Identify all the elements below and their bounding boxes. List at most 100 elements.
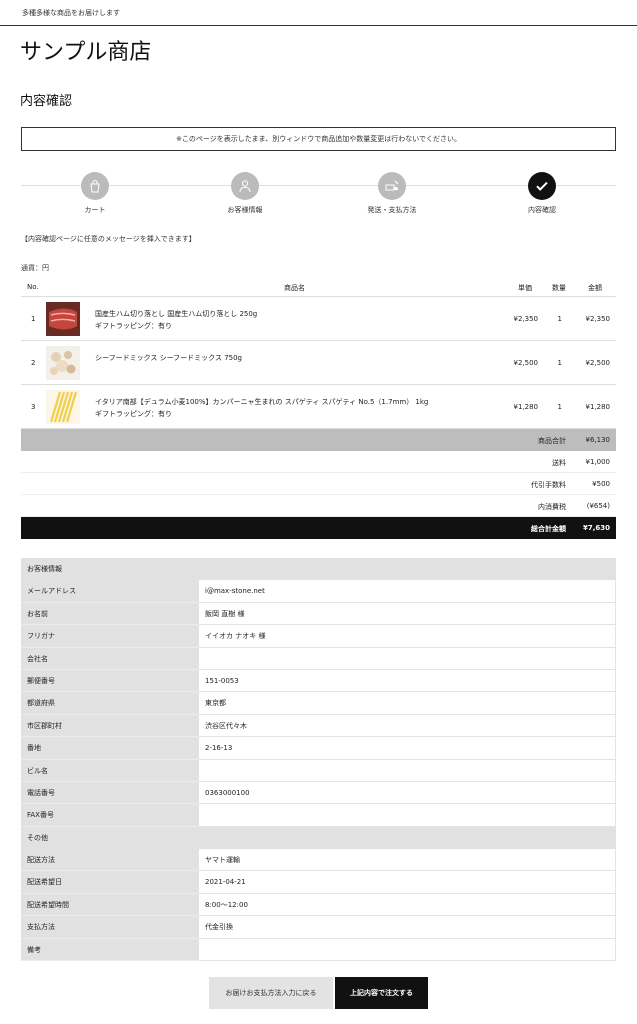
info-row: FAX番号 (21, 804, 616, 827)
header-no: No. (27, 283, 39, 291)
cod-fee-value: ¥500 (592, 480, 610, 488)
customer-info-table: お客様情報 メールアドレス i@max-stone.net お名前 飯岡 直樹 様 … (21, 558, 616, 962)
info-row: 配送希望日 2021-04-21 (21, 871, 616, 894)
field-value: 151-0053 (199, 669, 616, 693)
step-confirm: 内容確認 (482, 172, 602, 215)
product-name[interactable]: シーフードミックス シーフードミックス 750g (95, 352, 475, 364)
product-name[interactable]: イタリア南部【デュラム小麦100%】カンパーニャ生まれの スパゲティ スパゲティ… (95, 396, 475, 408)
section-header: お客様情報 (21, 558, 616, 581)
amount: ¥2,500 (585, 359, 611, 367)
field-value: i@max-stone.net (199, 580, 616, 603)
field-value: イイオカ ナオキ 様 (199, 625, 616, 648)
field-label: 郵便番号 (21, 669, 199, 693)
info-row: 配送希望時間 8:00～12:00 (21, 893, 616, 917)
field-value: 0363000100 (199, 781, 616, 805)
quantity: 1 (557, 315, 562, 323)
field-label: 番地 (21, 737, 199, 760)
place-order-button[interactable]: 上記内容で注文する (335, 977, 428, 1009)
step-cart: カート (35, 172, 155, 215)
field-value: 8:00～12:00 (199, 893, 616, 917)
product-table-header: No. 商品名 単価 数量 金額 (21, 277, 616, 297)
info-row: メールアドレス i@max-stone.net (21, 580, 616, 603)
field-label: 電話番号 (21, 781, 199, 805)
progress-steps: カート お客様情報 発送・支払方法 内容確認 (21, 172, 616, 222)
header-qty: 数量 (552, 284, 566, 292)
tagline: 多種多様な商品をお届けします (22, 9, 120, 17)
unit-price: ¥2,350 (513, 315, 539, 323)
product-name-cell: 国産生ハム切り落とし 国産生ハム切り落とし 250g ギフトラッピング：有り (95, 308, 475, 332)
info-row: フリガナ イイオカ ナオキ 様 (21, 625, 616, 648)
field-value: ヤマト運輸 (199, 849, 616, 872)
info-row: 郵便番号 151-0053 (21, 669, 616, 693)
info-row: ビル名 (21, 759, 616, 782)
check-icon (528, 172, 556, 200)
info-row: 番地 2-16-13 (21, 737, 616, 760)
field-value: 2021-04-21 (199, 871, 616, 894)
step-label: 内容確認 (528, 206, 556, 214)
amount: ¥2,350 (585, 315, 611, 323)
unit-price: ¥1,280 (513, 403, 539, 411)
pasta-image[interactable] (46, 390, 80, 424)
step-label: 発送・支払方法 (367, 206, 417, 214)
total-row: 総合計金額 ¥7,630 (21, 517, 616, 539)
quantity: 1 (557, 359, 562, 367)
field-value (199, 804, 616, 827)
header-name: 商品名 (284, 284, 305, 292)
cod-fee-label: 代引手数料 (531, 481, 566, 489)
field-label: 会社名 (21, 647, 199, 670)
page-title: 内容確認 (20, 94, 73, 109)
field-label: 配送方法 (21, 849, 199, 872)
info-row: 備考 (21, 938, 616, 962)
product-name[interactable]: 国産生ハム切り落とし 国産生ハム切り落とし 250g (95, 308, 475, 320)
info-row: 電話番号 0363000100 (21, 781, 616, 805)
subtotal-label: 商品合計 (538, 437, 566, 445)
shop-title[interactable]: サンプル商店 (20, 34, 151, 66)
unit-price: ¥2,500 (513, 359, 539, 367)
product-option: ギフトラッピング：有り (95, 322, 172, 330)
ham-image[interactable] (46, 302, 80, 336)
custom-message: 【内容確認ページに任意のメッセージを挿入できます】 (21, 235, 196, 243)
tax-row: 内消費税 (¥654) (21, 495, 616, 517)
shipping-value: ¥1,000 (585, 458, 611, 466)
tax-value: (¥654) (586, 502, 610, 510)
field-value: 東京都 (199, 692, 616, 715)
tax-label: 内消費税 (538, 503, 566, 511)
field-label: 支払方法 (21, 916, 199, 939)
info-row: お名前 飯岡 直樹 様 (21, 602, 616, 626)
shipping-label: 送料 (552, 459, 566, 467)
info-row: 配送方法 ヤマト運輸 (21, 849, 616, 872)
field-value: 代金引換 (199, 916, 616, 939)
back-button[interactable]: お届けお支払方法入力に戻る (209, 977, 333, 1009)
top-bar: 多種多様な商品をお届けします (0, 0, 637, 26)
amount: ¥1,280 (585, 403, 611, 411)
step-label: カート (84, 206, 106, 214)
product-name-cell: シーフードミックス シーフードミックス 750g (95, 352, 475, 364)
subtotal-value: ¥6,130 (585, 436, 611, 444)
section-header: その他 (21, 826, 616, 850)
info-row: 会社名 (21, 647, 616, 670)
notice-box: ※このページを表示したまま、別ウィンドウで商品追加や数量変更は行わないでください… (21, 127, 616, 151)
step-customer: お客様情報 (185, 172, 305, 215)
section-title: その他 (21, 826, 616, 850)
header-price: 単価 (518, 284, 532, 292)
field-label: FAX番号 (21, 804, 199, 827)
field-value (199, 759, 616, 782)
table-row: 1 国産生ハム切り落とし 国産生ハム切り落とし 250g ギフトラッピング：有り… (21, 297, 616, 341)
field-label: 備考 (21, 938, 199, 962)
bag-icon (81, 172, 109, 200)
row-no: 2 (31, 359, 36, 367)
cod-fee-row: 代引手数料 ¥500 (21, 473, 616, 495)
seafood-image[interactable] (46, 346, 80, 380)
field-label: 配送希望日 (21, 871, 199, 894)
total-label: 総合計金額 (531, 525, 566, 533)
field-value: 飯岡 直樹 様 (199, 602, 616, 626)
product-table: No. 商品名 単価 数量 金額 1 国産生ハム切り落とし 国産生ハム切り落とし… (21, 277, 616, 539)
field-label: メールアドレス (21, 580, 199, 603)
field-value (199, 938, 616, 962)
product-name-cell: イタリア南部【デュラム小麦100%】カンパーニャ生まれの スパゲティ スパゲティ… (95, 396, 475, 420)
total-value: ¥7,630 (582, 524, 610, 532)
step-shipping: 発送・支払方法 (332, 172, 452, 215)
step-label: お客様情報 (227, 206, 263, 214)
row-no: 1 (31, 315, 36, 323)
field-label: 配送希望時間 (21, 893, 199, 917)
